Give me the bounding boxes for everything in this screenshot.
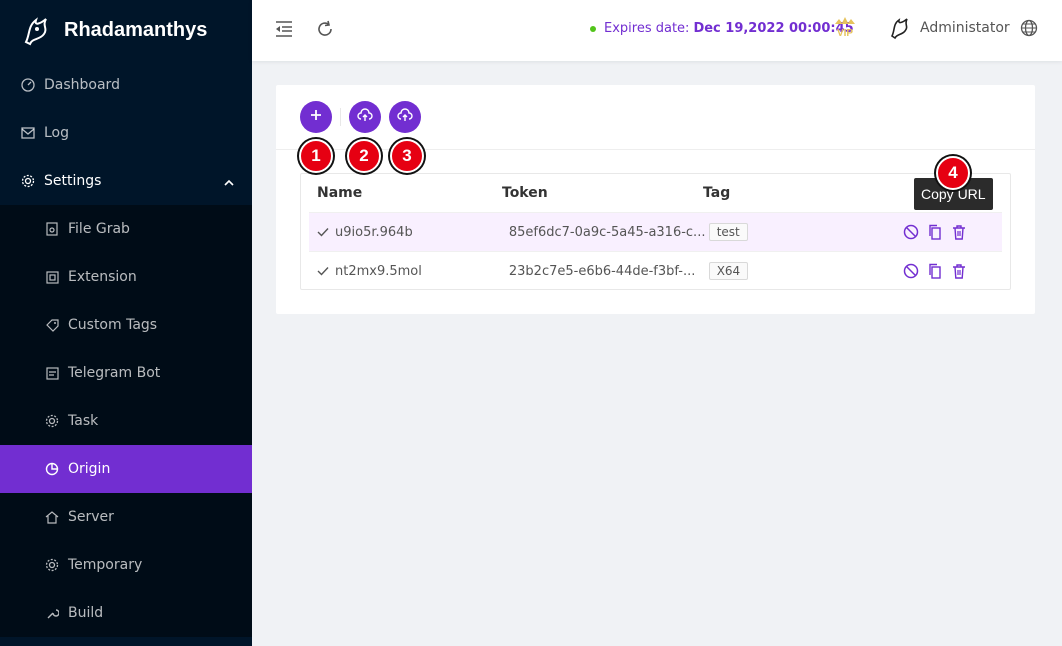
vip-label: VIP <box>837 28 853 39</box>
row-name: nt2mx9.5mol <box>335 263 422 279</box>
add-button[interactable] <box>300 101 332 133</box>
cloud-upload-icon <box>357 108 373 126</box>
mail-icon <box>20 125 36 141</box>
home-icon <box>44 509 60 525</box>
menu-item-task[interactable]: Task <box>0 397 252 445</box>
menu-fold-icon[interactable] <box>272 17 296 41</box>
chevron-up-icon <box>224 175 234 191</box>
status-dot <box>590 25 596 32</box>
annotation-badge-3: 3 <box>390 139 424 173</box>
gear-icon <box>44 413 60 429</box>
menu-label: Temporary <box>68 557 143 573</box>
header-name: Name <box>317 185 363 201</box>
menu-item-temporary[interactable]: Temporary <box>0 541 252 589</box>
copy-icon[interactable] <box>927 263 943 279</box>
user-name: Administator <box>920 20 1010 36</box>
annotation-badge-1: 1 <box>299 139 333 173</box>
disable-icon[interactable] <box>903 224 919 240</box>
expires-indicator: Expires date: Dec 19,2022 00:00:45 <box>590 21 854 36</box>
annotation-badge-2: 2 <box>347 139 381 173</box>
gear-icon <box>44 557 60 573</box>
brand-name: Rhadamanthys <box>64 19 208 41</box>
avatar <box>888 16 912 40</box>
plus-icon <box>310 109 322 125</box>
toolbar-divider <box>340 108 341 126</box>
robot-icon <box>44 365 60 381</box>
top-header: Expires date: Dec 19,2022 00:00:45 VIP A… <box>252 0 1062 61</box>
menu-label: Dashboard <box>44 77 120 93</box>
menu-label: Origin <box>68 461 111 477</box>
menu-item-telegram-bot[interactable]: Telegram Bot <box>0 349 252 397</box>
vip-crown-icon: VIP <box>832 14 858 40</box>
menu-item-server[interactable]: Server <box>0 493 252 541</box>
menu-label: Server <box>68 509 114 525</box>
row-token: 85ef6dc7-0a9c-5a45-a316-c... <box>508 224 706 240</box>
name-cell: u9io5r.964b <box>309 225 509 240</box>
tag-cell: test <box>708 223 903 241</box>
tag-cell: X64 <box>708 262 903 280</box>
menu-label: Build <box>68 605 104 621</box>
extension-icon <box>44 269 60 285</box>
table-header: Name Token Tag <box>301 174 1010 212</box>
row-tag: test <box>708 223 748 241</box>
delete-icon[interactable] <box>951 224 967 240</box>
row-actions <box>903 224 1002 240</box>
table-row[interactable]: u9io5r.964b 85ef6dc7-0a9c-5a45-a316-c...… <box>309 212 1002 251</box>
row-actions <box>903 263 1002 279</box>
upload-button-1[interactable] <box>349 101 381 133</box>
upload-button-2[interactable] <box>389 101 421 133</box>
menu-item-build[interactable]: Build <box>0 589 252 637</box>
menu-label: Extension <box>68 269 137 285</box>
menu-item-settings[interactable]: Settings <box>0 157 252 205</box>
pie-chart-icon <box>44 461 60 477</box>
gear-icon <box>20 173 36 189</box>
globe-icon[interactable] <box>1020 19 1040 39</box>
name-cell: nt2mx9.5mol <box>309 264 509 279</box>
user-menu[interactable]: Administator <box>888 16 1010 40</box>
disable-icon[interactable] <box>903 263 919 279</box>
dragon-logo-icon <box>20 14 54 48</box>
menu-item-origin[interactable]: Origin <box>0 445 252 493</box>
dashboard-icon <box>20 77 36 93</box>
menu-item-custom-tags[interactable]: Custom Tags <box>0 301 252 349</box>
brand[interactable]: Rhadamanthys <box>0 0 252 61</box>
expires-date: Dec 19,2022 00:00:45 <box>693 21 854 36</box>
header-token: Token <box>502 185 548 201</box>
menu-item-dashboard[interactable]: Dashboard <box>0 61 252 109</box>
wrench-icon <box>44 605 60 621</box>
origin-table: Name Token Tag u9io5r.964b 85ef6dc7-0a9c… <box>300 173 1011 290</box>
cloud-upload-icon <box>397 108 413 126</box>
menu-label: File Grab <box>68 221 130 237</box>
tag-icon <box>44 317 60 333</box>
row-name: u9io5r.964b <box>335 224 413 240</box>
table-row[interactable]: nt2mx9.5mol 23b2c7e5-e6b6-44de-f3bf-... … <box>309 251 1002 290</box>
copy-icon[interactable] <box>927 224 943 240</box>
menu-label: Task <box>68 413 99 429</box>
delete-icon[interactable] <box>951 263 967 279</box>
check-icon <box>317 266 329 276</box>
menu-item-file-grab[interactable]: File Grab <box>0 205 252 253</box>
row-token: 23b2c7e5-e6b6-44de-f3bf-... <box>508 263 696 279</box>
check-icon <box>317 227 329 237</box>
menu-label: Custom Tags <box>68 317 158 333</box>
menu-label: Log <box>44 125 70 141</box>
file-search-icon <box>44 221 60 237</box>
menu-item-log[interactable]: Log <box>0 109 252 157</box>
menu-item-extension[interactable]: Extension <box>0 253 252 301</box>
header-tag: Tag <box>703 185 731 201</box>
expires-label: Expires date: <box>604 21 690 36</box>
toolbar <box>300 101 421 133</box>
annotation-badge-4: 4 <box>936 156 970 190</box>
menu-label: Settings <box>44 173 102 189</box>
sidebar: Rhadamanthys Dashboard Log Settings File… <box>0 0 252 646</box>
row-tag: X64 <box>708 262 749 280</box>
menu-label: Telegram Bot <box>68 365 161 381</box>
reload-icon[interactable] <box>313 17 337 41</box>
